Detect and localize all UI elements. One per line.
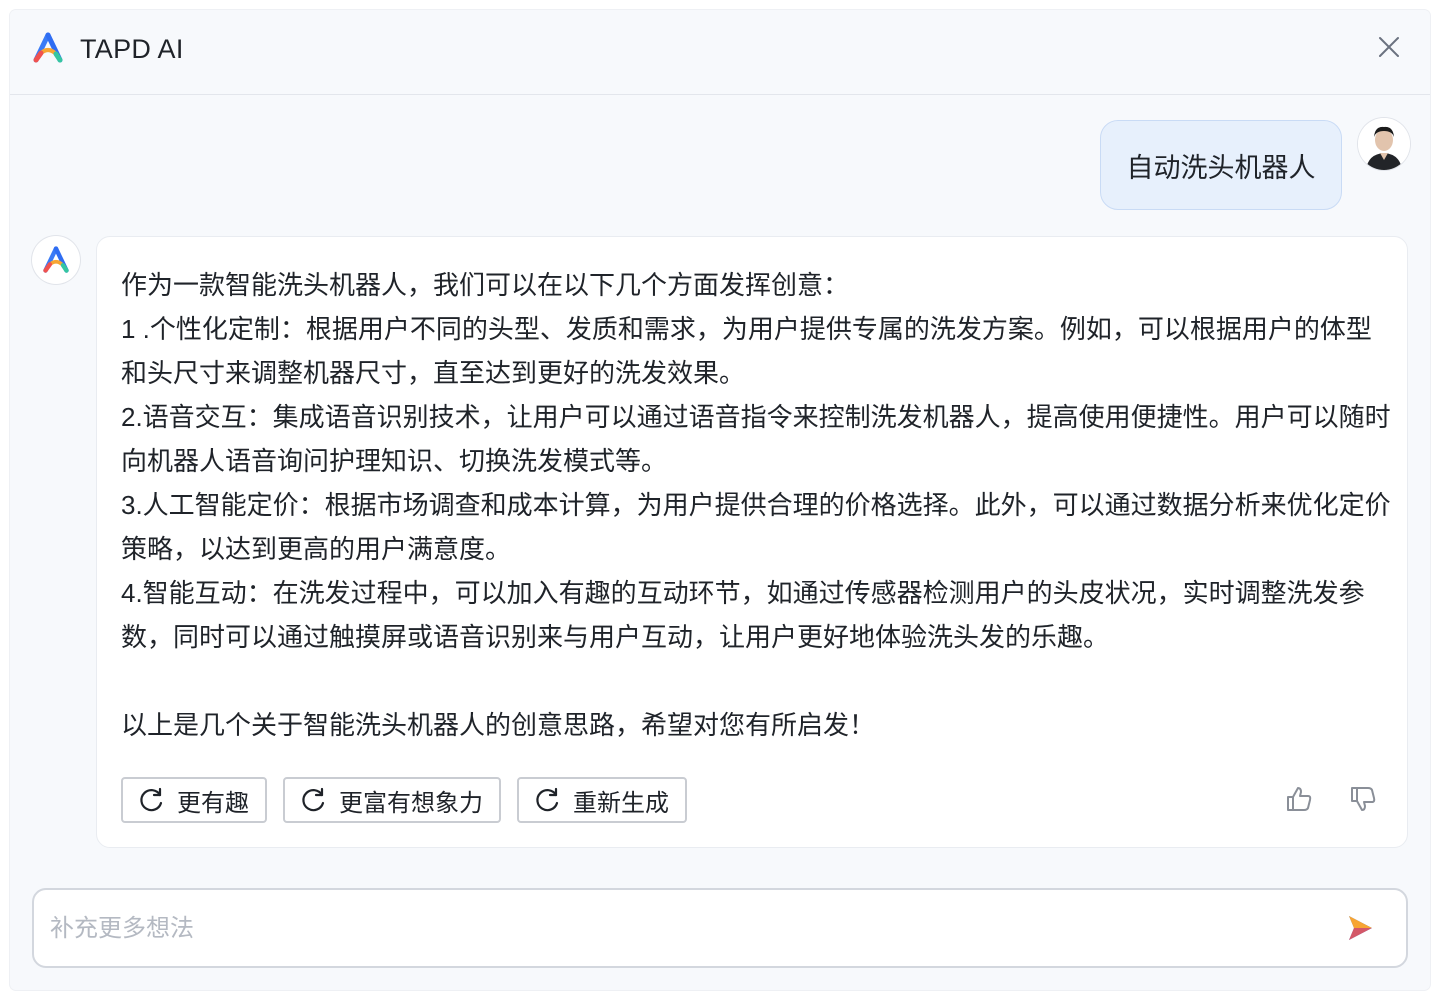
regenerate-button[interactable]: 重新生成 (517, 777, 687, 823)
send-icon[interactable] (1344, 912, 1376, 944)
chat-input-box (32, 888, 1408, 968)
ai-paragraph: 4.智能互动：在洗发过程中，可以加入有趣的互动环节，如通过传感器检测用户的头皮状… (121, 578, 1365, 652)
ai-response-text: 作为一款智能洗头机器人，我们可以在以下几个方面发挥创意： 1 .个性化定制：根据… (121, 263, 1391, 747)
close-icon[interactable] (1376, 34, 1402, 60)
ai-response-card: 作为一款智能洗头机器人，我们可以在以下几个方面发挥创意： 1 .个性化定制：根据… (96, 236, 1408, 848)
tapd-ai-logo-icon (33, 32, 63, 63)
tapd-ai-panel: TAPD AI 自动洗头机器人 作为一款智能洗头机器人，我们可以在以下几个方面发… (10, 10, 1430, 990)
ai-avatar (32, 236, 80, 284)
refresh-icon (302, 787, 325, 812)
refresh-icon (536, 787, 559, 812)
thumbs-up-icon[interactable] (1285, 785, 1313, 813)
thumbs-down-icon[interactable] (1349, 785, 1377, 813)
user-avatar-image (1358, 118, 1410, 170)
refresh-icon (140, 787, 163, 812)
more-imaginative-label: 更富有想象力 (339, 789, 483, 817)
ai-paragraph: 作为一款智能洗头机器人，我们可以在以下几个方面发挥创意： (121, 270, 850, 300)
more-fun-button[interactable]: 更有趣 (121, 777, 267, 823)
user-message-text: 自动洗头机器人 (1126, 152, 1316, 183)
more-imaginative-button[interactable]: 更富有想象力 (283, 777, 501, 823)
ai-paragraph: 1 .个性化定制：根据用户不同的头型、发质和需求，为用户提供专属的洗发方案。例如… (121, 314, 1372, 388)
more-fun-label: 更有趣 (177, 789, 249, 817)
user-avatar (1358, 118, 1410, 170)
user-message-bubble: 自动洗头机器人 (1100, 120, 1342, 210)
response-actions: 更有趣 更富有想象力 重新生成 (121, 777, 687, 823)
ai-paragraph: 3.人工智能定价：根据市场调查和成本计算，为用户提供合理的价格选择。此外，可以通… (121, 490, 1391, 564)
regenerate-label: 重新生成 (573, 789, 669, 817)
panel-header: TAPD AI (10, 10, 1430, 95)
feedback-controls (1285, 785, 1377, 813)
panel-title: TAPD AI (80, 34, 184, 64)
ai-closing: 以上是几个关于智能洗头机器人的创意思路，希望对您有所启发！ (121, 710, 876, 740)
ai-paragraph: 2.语音交互：集成语音识别技术，让用户可以通过语音指令来控制洗发机器人，提高使用… (121, 402, 1391, 476)
tapd-ai-logo-icon (43, 246, 69, 273)
idea-input[interactable] (48, 908, 1312, 950)
